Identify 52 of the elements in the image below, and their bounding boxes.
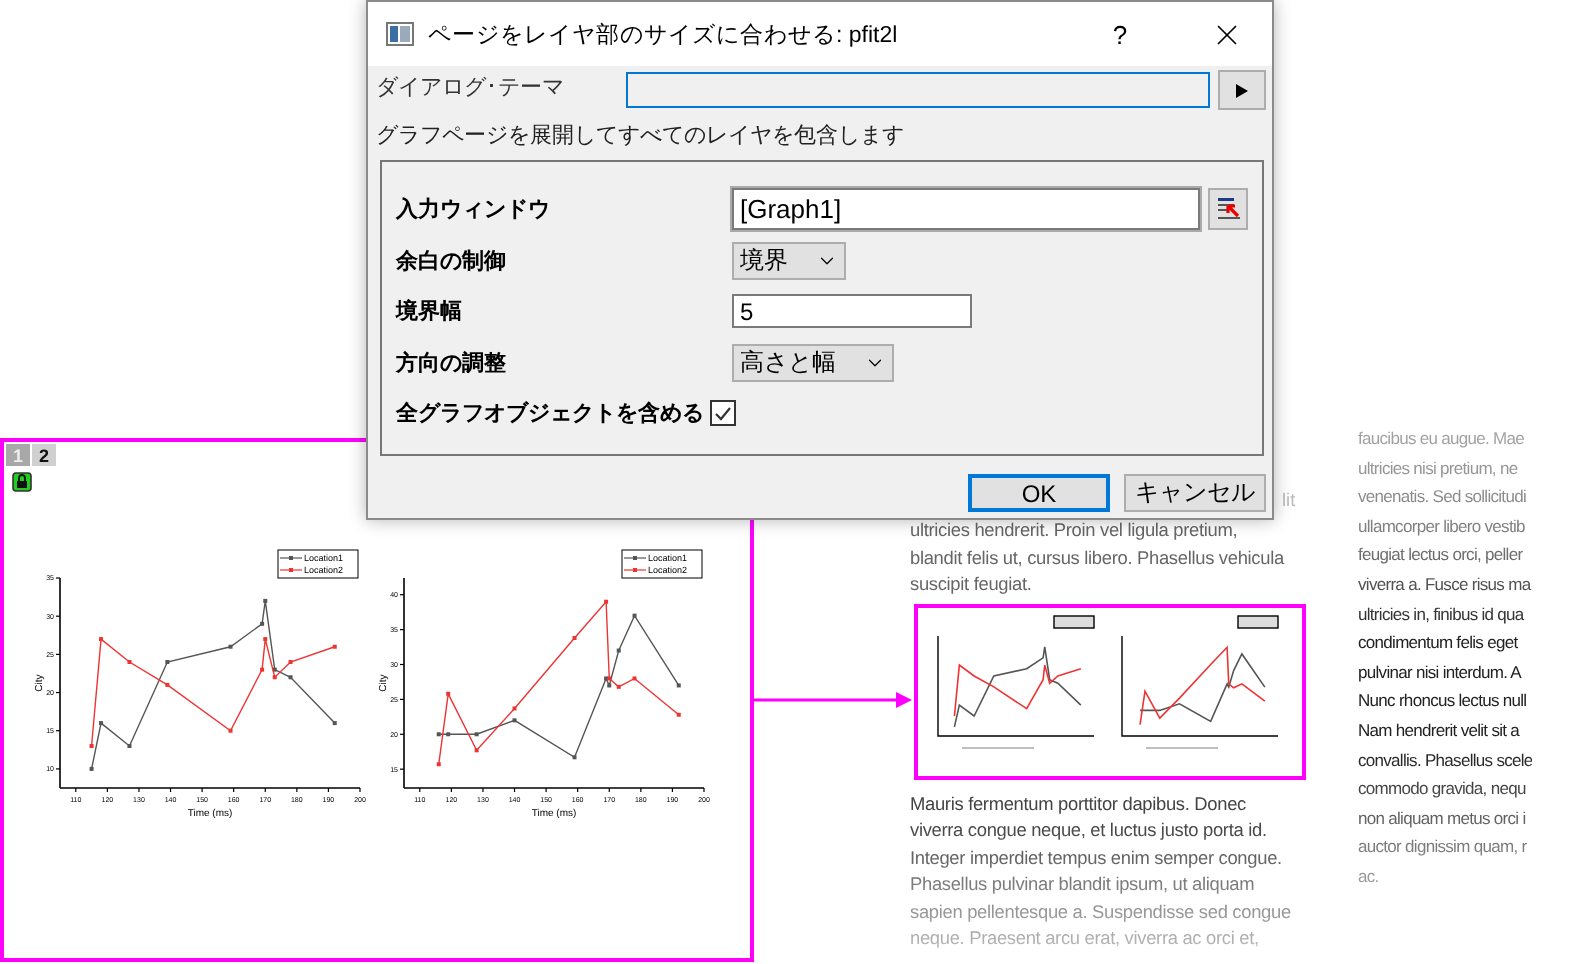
field-label: ダイアログ･テーマ (376, 74, 566, 102)
dropdown[interactable]: 高さと幅 (732, 343, 894, 382)
play-icon (1236, 83, 1248, 97)
dropdown[interactable]: 境界 (732, 241, 846, 280)
field-label: 方向の調整 (396, 349, 508, 378)
field-label: 入力ウィンドウ (396, 195, 552, 225)
text-line: Nam hendrerit velit sit a (1358, 717, 1522, 744)
text-line: viverra congue neque, et luctus justo porta id. (910, 818, 1269, 844)
window-title: ページをレイヤ部のサイズに合わせる: pfit2l (428, 20, 900, 49)
cancel-button[interactable]: キャンセル (1124, 474, 1266, 512)
description-text: グラフページを展開してすべてのレイヤを包含します (376, 122, 906, 150)
text-line: ultricies in, finibus id qua (1358, 601, 1527, 628)
text-line: pulvinar nisi interdum. A (1358, 659, 1524, 686)
help-button[interactable]: ? (1074, 19, 1166, 49)
text-line: non aliquam metus orci i (1358, 805, 1528, 832)
text-line: ac. (1358, 863, 1381, 890)
text-line: Mauris fermentum porttitor dapibus. Donec (910, 791, 1248, 818)
text-line: Nunc rhoncus lectus null (1358, 688, 1529, 715)
ok-button[interactable]: OK (968, 474, 1110, 512)
lock-icon[interactable] (12, 472, 32, 492)
text-line: feugiat lectus orci, peller (1358, 542, 1525, 569)
legend-box (277, 549, 359, 579)
picker-button[interactable] (1208, 188, 1248, 231)
text-line: sapien pellentesque a. Suspendisse sed congue (910, 899, 1293, 926)
layer-tab[interactable]: 2 (32, 444, 56, 466)
theme-menu-button[interactable] (1218, 70, 1266, 110)
window-icon (386, 22, 414, 46)
field-label: 境界幅 (396, 297, 464, 327)
text-line: condimentum felis eget (1358, 630, 1520, 657)
paragraph-text: lit (1282, 490, 1296, 510)
text-line: faucibus eu augue. Mae (1358, 426, 1527, 452)
text-line: venenatis. Sed sollicitudi (1358, 484, 1528, 511)
text-line: ullamcorper libero vestib (1358, 513, 1527, 540)
text-line: Phasellus pulvinar blandit ipsum, ut aliquam (910, 872, 1257, 898)
text-line: commodo gravida, nequ (1358, 776, 1528, 803)
legend-box (621, 549, 703, 579)
field-label: 余白の制御 (396, 247, 508, 276)
theme-field[interactable] (626, 72, 1210, 108)
input-field[interactable]: [Graph1] (732, 188, 1200, 231)
text-line: neque. Praesent arcu erat, viverra ac orci et, (910, 926, 1261, 952)
text-line: blandit felis ut, cursus libero. Phasellus vehicula (910, 545, 1287, 571)
text-line: ultricies hendrerit. Proin vel ligula pretium, (910, 518, 1240, 544)
select-window-icon (1215, 196, 1241, 223)
field-label: 全グラフオブジェクトを含める (396, 399, 704, 429)
text-line: ultricies nisi pretium, ne (1358, 455, 1520, 482)
text-line: suscipit feugiat. (910, 572, 1034, 598)
text-line: auctor dignissim quam, r (1358, 834, 1529, 861)
input-field[interactable]: 5 (732, 294, 972, 329)
checkbox[interactable] (710, 400, 736, 427)
text-line: viverra a. Fusce risus ma (1358, 571, 1533, 598)
text-line: Integer imperdiet tempus enim semper congue. (910, 845, 1284, 872)
text-line: convallis. Phasellus scele (1358, 747, 1533, 774)
